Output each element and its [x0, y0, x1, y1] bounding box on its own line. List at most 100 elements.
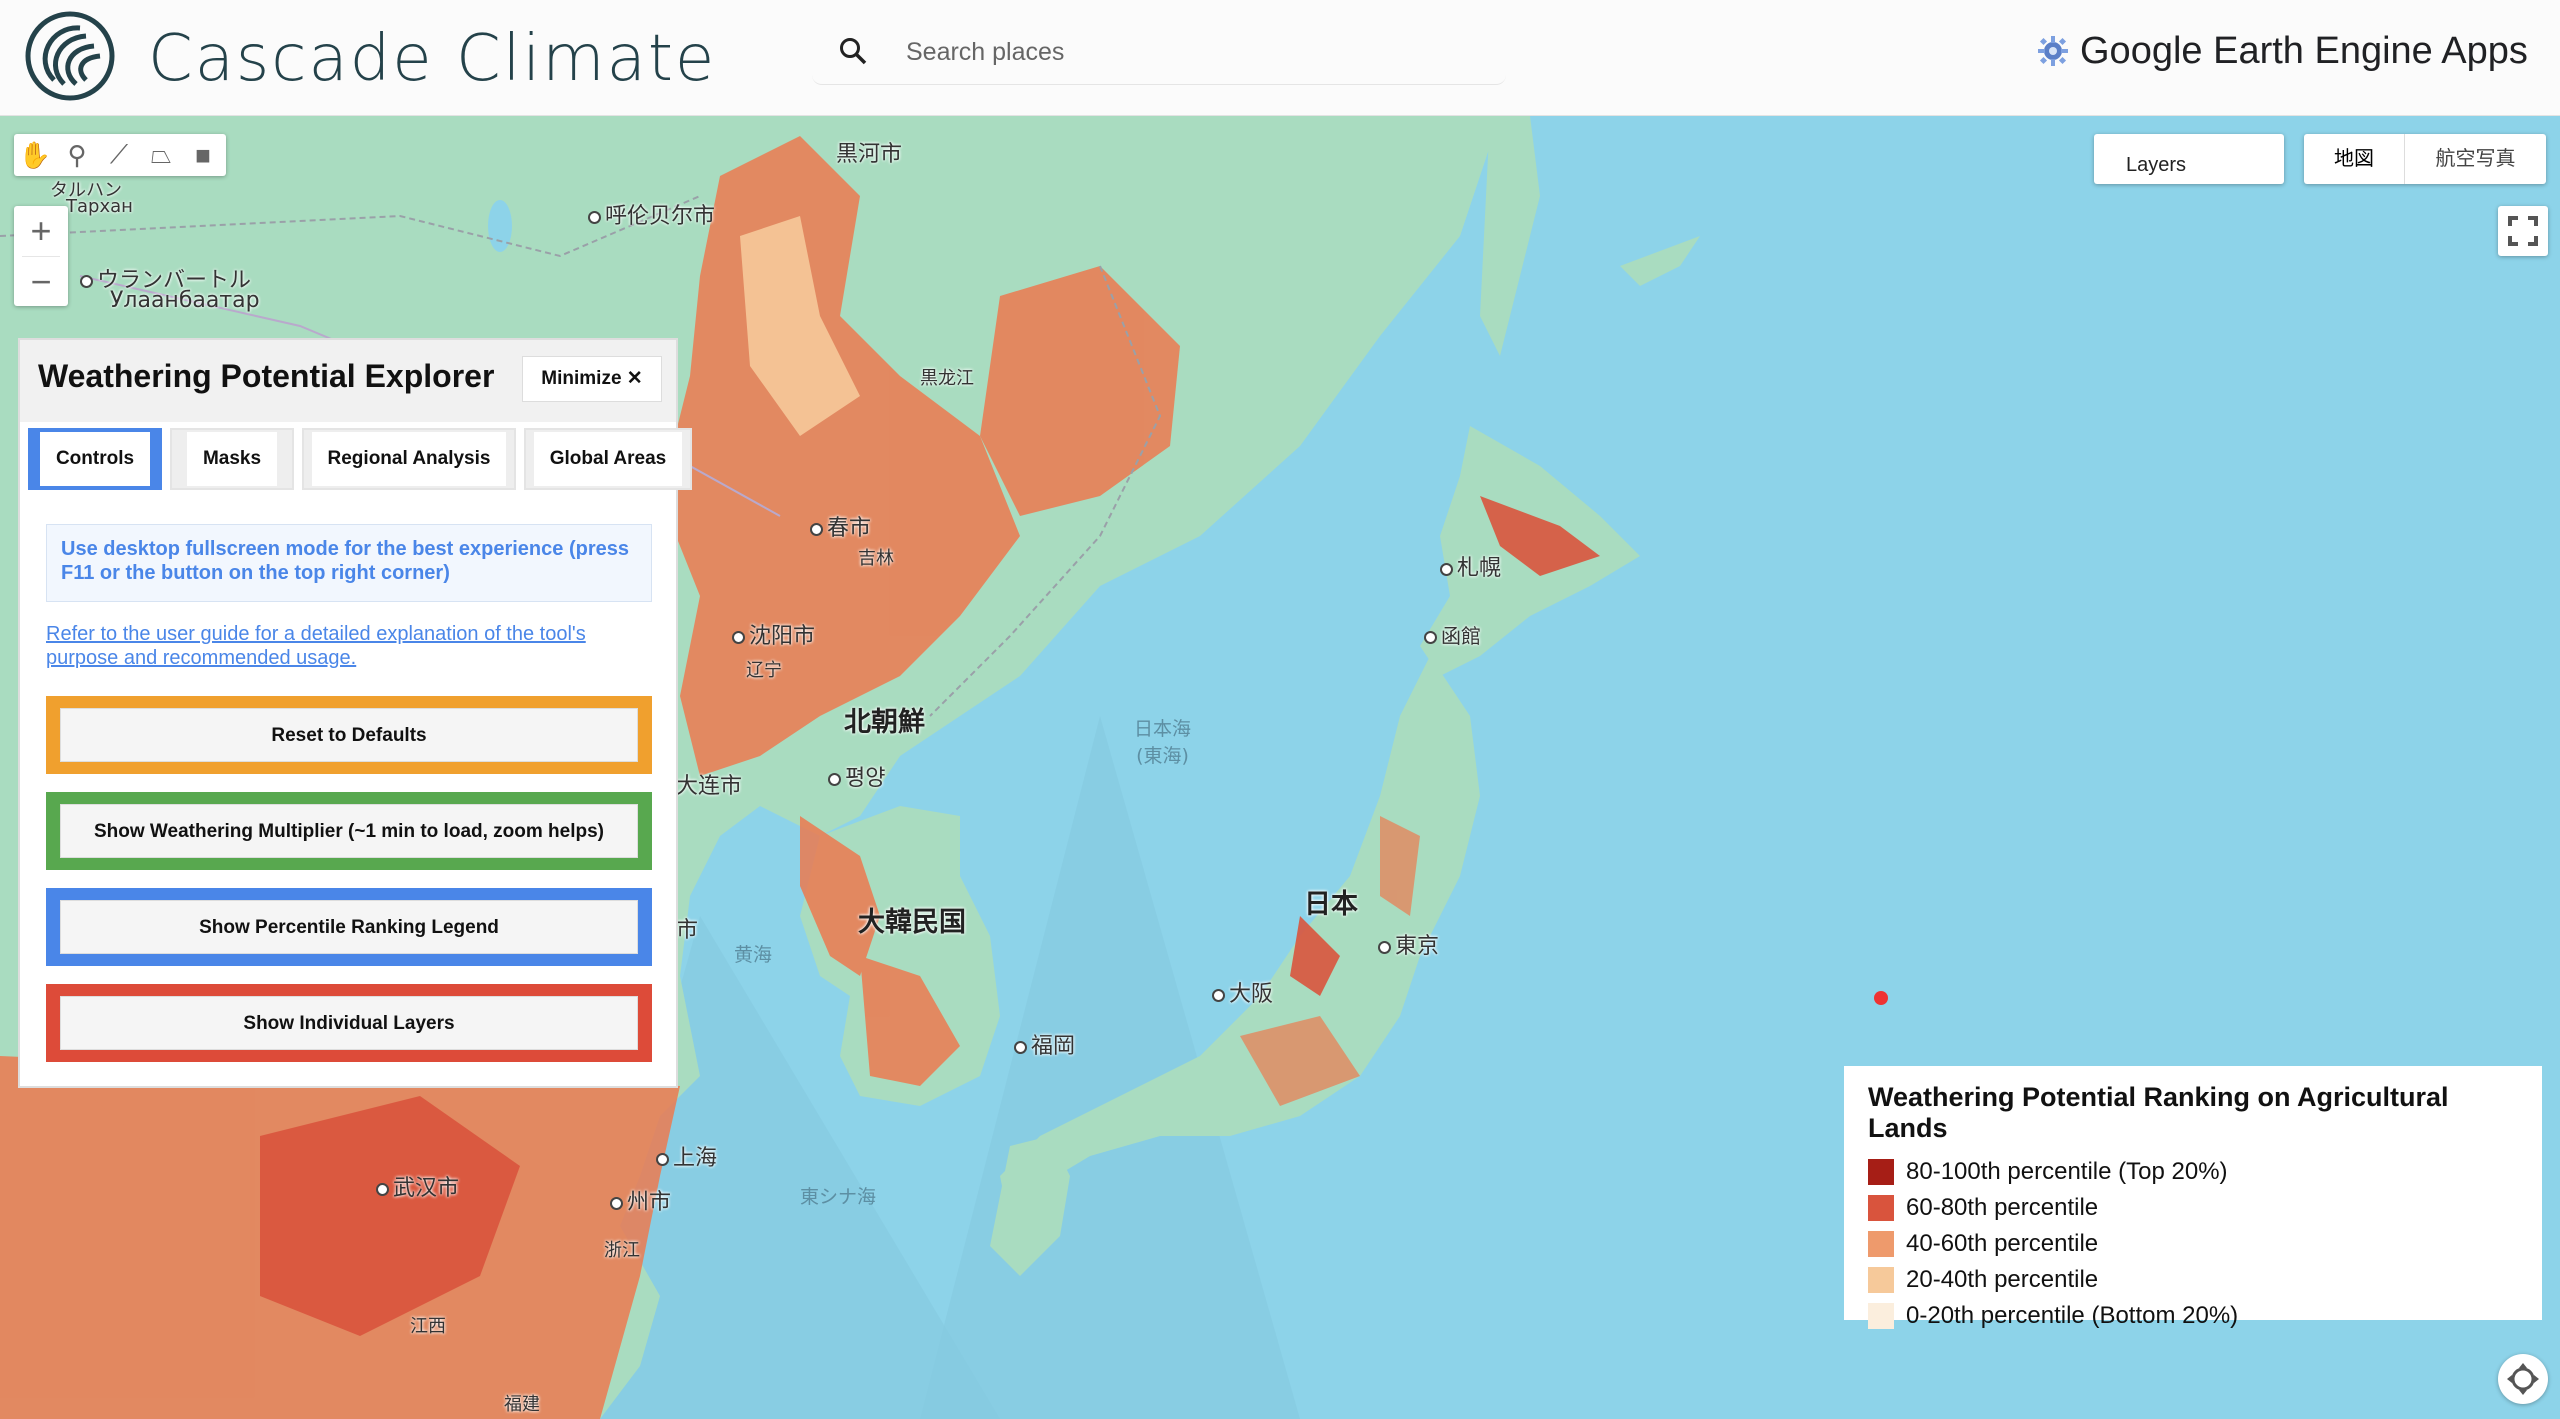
crosshair-icon [2507, 1363, 2539, 1395]
layers-button[interactable]: Layers [2094, 134, 2284, 184]
tab-global-areas[interactable]: Global Areas [524, 428, 692, 490]
show-percentile-legend-button[interactable]: Show Percentile Ranking Legend [60, 900, 638, 954]
gee-apps-link[interactable]: Google Earth Engine Apps [2036, 26, 2528, 76]
legend-swatch [1868, 1303, 1894, 1329]
line-tool-icon[interactable]: ⟋ [98, 139, 140, 171]
label-sapporo-text: 札幌 [1457, 556, 1502, 581]
label-sapporo: 札幌 [1440, 550, 1501, 582]
tab-masks[interactable]: Masks [170, 428, 294, 490]
cascade-climate-logo [25, 11, 115, 101]
label-shenyang-text: 沈阳市 [749, 624, 816, 649]
rectangle-tool-icon[interactable]: ■ [182, 140, 224, 171]
label-shenyang: 沈阳市 [732, 618, 815, 650]
label-heihe: 黒河市 [836, 142, 903, 167]
legend-item: 80-100th percentile (Top 20%) [1868, 1154, 2518, 1190]
map-type-map[interactable]: 地図 [2304, 134, 2405, 184]
search-box[interactable] [812, 18, 1506, 85]
tab-masks-label: Masks [186, 432, 278, 486]
label-shanghai: 上海 [656, 1140, 717, 1172]
map-type-control: 地図 航空写真 [2304, 134, 2546, 184]
label-east-china-sea: 東シナ海 [800, 1186, 877, 1208]
tab-controls[interactable]: Controls [28, 428, 162, 490]
legend-swatch [1868, 1159, 1894, 1185]
label-jilin: 吉林 [858, 548, 894, 569]
reset-defaults-button[interactable]: Reset to Defaults [60, 708, 638, 762]
app-header: Cascade Climate Google Earth Engine Apps [0, 0, 2560, 116]
legend-item: 20-40th percentile [1868, 1262, 2518, 1298]
label-hakodate: 函館 [1424, 620, 1481, 649]
label-osaka: 大阪 [1212, 976, 1273, 1008]
legend-item: 40-60th percentile [1868, 1226, 2518, 1262]
map-type-satellite[interactable]: 航空写真 [2405, 134, 2546, 184]
label-japan: 日本 [1304, 889, 1358, 920]
tab-global-areas-label: Global Areas [533, 432, 683, 486]
label-pyongyang: 평양 [828, 760, 885, 792]
show-weathering-multiplier-button[interactable]: Show Weathering Multiplier (~1 min to lo… [60, 804, 638, 858]
label-city-left: 市 [676, 918, 699, 943]
label-south-korea: 大韓民国 [858, 907, 966, 938]
point-marker-icon[interactable]: ⚲ [56, 140, 98, 171]
label-north-korea: 北朝鮮 [844, 707, 925, 738]
label-changchun: 春市 [810, 510, 871, 542]
label-osaka-text: 大阪 [1229, 982, 1274, 1007]
label-wuhan-text: 武汉市 [393, 1176, 460, 1201]
explorer-panel: Weathering Potential Explorer Minimize ✕… [18, 338, 692, 1088]
legend-swatch [1868, 1195, 1894, 1221]
fullscreen-button[interactable] [2498, 206, 2548, 256]
minimize-button[interactable]: Minimize ✕ [522, 356, 662, 402]
fullscreen-icon [2508, 216, 2538, 246]
individual-layers-frame: Show Individual Layers [46, 984, 652, 1062]
label-tokyo: 東京 [1378, 928, 1439, 960]
label-hakodate-text: 函館 [1441, 624, 1481, 648]
marker-dot[interactable] [1874, 991, 1888, 1005]
label-ulaanbaatar-cyr: Улаанбаатар [110, 288, 260, 313]
label-yellow-sea: 黄海 [734, 944, 773, 966]
label-hulunbuir-text: 呼伦贝尔市 [605, 204, 716, 229]
label-heilongjiang: 黒龙江 [920, 368, 974, 389]
tab-regional-analysis-label: Regional Analysis [311, 432, 507, 486]
label-tarhan-cyr: Тархан [66, 196, 133, 217]
legend-title: Weathering Potential Ranking on Agricult… [1868, 1082, 2449, 1143]
zoom-in-button[interactable]: + [14, 206, 68, 256]
legend-item: 60-80th percentile [1868, 1190, 2518, 1226]
percentile-legend-frame: Show Percentile Ranking Legend [46, 888, 652, 966]
legend-label: 0-20th percentile (Bottom 20%) [1906, 1302, 2239, 1329]
panel-header: Weathering Potential Explorer Minimize ✕ [20, 340, 676, 422]
drawing-tools: ✋ ⚲ ⟋ ⏢ ■ [14, 134, 226, 176]
label-tokyo-text: 東京 [1395, 934, 1440, 959]
gee-apps-label: Google Earth Engine Apps [2080, 29, 2528, 72]
legend-label: 20-40th percentile [1906, 1266, 2099, 1293]
panel-title: Weathering Potential Explorer [38, 358, 495, 394]
legend-swatch [1868, 1267, 1894, 1293]
pan-hand-icon[interactable]: ✋ [14, 140, 56, 171]
user-guide-link[interactable]: Refer to the user guide for a detailed e… [46, 622, 656, 670]
label-hangzhou-text: 州市 [627, 1190, 672, 1215]
zoom-out-button[interactable]: − [14, 257, 68, 307]
legend-label: 60-80th percentile [1906, 1194, 2099, 1221]
fullscreen-tip: Use desktop fullscreen mode for the best… [46, 524, 652, 602]
polygon-tool-icon[interactable]: ⏢ [140, 139, 182, 171]
label-hulunbuir: 呼伦贝尔市 [588, 198, 715, 230]
search-input[interactable] [904, 28, 1468, 76]
percentile-legend: Weathering Potential Ranking on Agricult… [1844, 1066, 2542, 1329]
recenter-button[interactable] [2498, 1354, 2548, 1404]
panel-tabs: Controls Masks Regional Analysis Global … [28, 428, 692, 492]
label-fukuoka-text: 福岡 [1031, 1034, 1076, 1059]
label-fukuoka: 福岡 [1014, 1028, 1075, 1060]
tab-regional-analysis[interactable]: Regional Analysis [302, 428, 516, 490]
weathering-multiplier-frame: Show Weathering Multiplier (~1 min to lo… [46, 792, 652, 870]
label-wuhan: 武汉市 [376, 1170, 459, 1202]
label-hangzhou: 州市 [610, 1184, 671, 1216]
legend-label: 40-60th percentile [1906, 1230, 2099, 1257]
legend-swatch [1868, 1231, 1894, 1257]
legend-item: 0-20th percentile (Bottom 20%) [1868, 1298, 2518, 1334]
label-liaoning: 辽宁 [746, 660, 782, 681]
label-dalian: 大连市 [676, 774, 743, 799]
label-jiangxi: 江西 [410, 1316, 446, 1337]
app-title: Cascade Climate [148, 22, 717, 96]
label-zhejiang: 浙江 [604, 1240, 640, 1261]
show-individual-layers-button[interactable]: Show Individual Layers [60, 996, 638, 1050]
label-changchun-text: 春市 [827, 516, 872, 541]
label-pyongyang-text: 평양 [845, 766, 886, 791]
zoom-control: + − [14, 206, 68, 306]
